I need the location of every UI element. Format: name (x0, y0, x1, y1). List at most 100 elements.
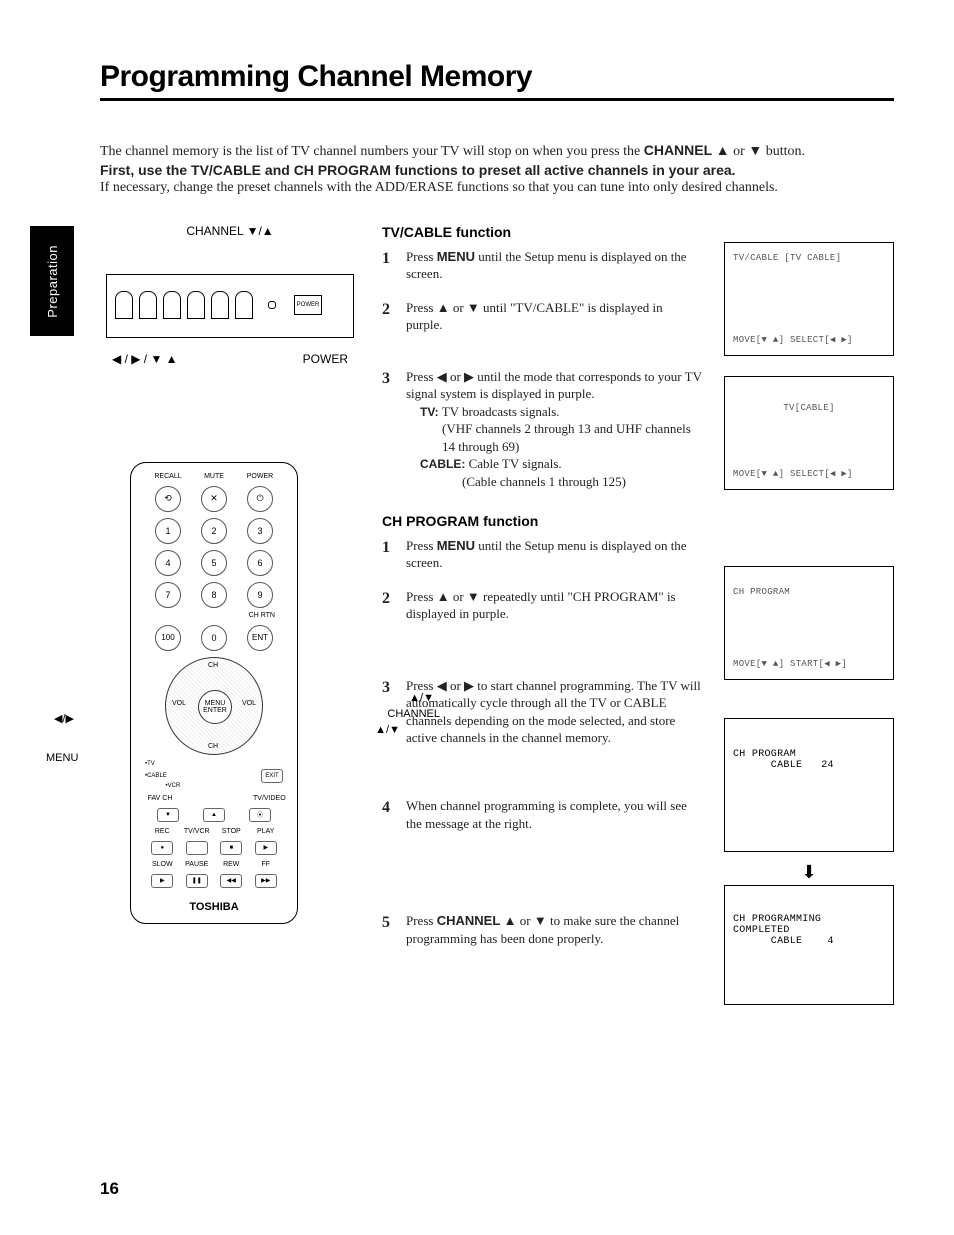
stop-icon: ■ (220, 841, 242, 855)
digit-4: 4 (155, 550, 181, 576)
step-bold: ▼ (534, 913, 547, 928)
intro-line1c: or (733, 144, 748, 159)
dpad-left-label: VOL (172, 700, 186, 707)
chprogram-step-5: Press CHANNEL ▲ or ▼ to make sure the ch… (382, 912, 702, 947)
step-text: Press ◀ or ▶ until the mode that corresp… (406, 369, 702, 402)
power-button-icon: ⏻ (247, 486, 273, 512)
rew-label: REW (216, 861, 246, 868)
digit-100: 100 (155, 625, 181, 651)
chprogram-step-1: Press MENU until the Setup menu is displ… (382, 537, 702, 572)
digit-9: 9 (247, 582, 273, 608)
digit-5: 5 (201, 550, 227, 576)
osd1-bot: MOVE[▼ ▲] SELECT[◀ ▶] (733, 335, 885, 345)
sub-tv-label: TV: (420, 405, 439, 419)
osd2-bot: MOVE[▼ ▲] SELECT[◀ ▶] (733, 469, 885, 479)
dpad-ring: CH CH VOL VOL MENU ENTER (165, 657, 263, 755)
sub-cable-paren: (Cable channels 1 through 125) (420, 473, 626, 491)
remote-recall-label: RECALL (153, 473, 183, 480)
digit-8: 8 (201, 582, 227, 608)
osd4-top: CH PROGRAM CABLE 24 (733, 749, 885, 771)
intro-paragraph: The channel memory is the list of TV cha… (100, 141, 894, 198)
tvvcr-label: TV/VCR (182, 828, 212, 835)
chprogram-steps: Press MENU until the Setup menu is displ… (382, 537, 702, 948)
step-text: Press ▲ or ▼ repeatedly until "CH PROGRA… (406, 589, 676, 622)
page-title: Programming Channel Memory (100, 60, 894, 94)
tvcable-heading: TV/CABLE function (382, 224, 702, 240)
tv-led-icon (268, 301, 276, 309)
dpad-right-label: VOL (242, 700, 256, 707)
pause-label: PAUSE (182, 861, 212, 868)
rec-label: REC (147, 828, 177, 835)
callout-leftright: ◀/▶ (54, 712, 74, 725)
callout-menu: MENU (46, 752, 78, 764)
favch-label: FAV CH (145, 795, 175, 802)
intro-line3: If necessary, change the preset channels… (100, 179, 894, 197)
intro-line2: First, use the TV/CABLE and CH PROGRAM f… (100, 161, 894, 179)
dpad-down-label: CH (208, 743, 218, 750)
digit-1: 1 (155, 518, 181, 544)
remote-chrtn-label: CH RTN (249, 612, 275, 619)
step-text: Press ◀ or ▶ to start channel programmin… (406, 678, 701, 746)
intro-line1a: The channel memory is the list of TV cha… (100, 144, 644, 159)
page-number: 16 (100, 1179, 119, 1199)
mute-button-icon: ✕ (201, 486, 227, 512)
step-bold: MENU (437, 249, 475, 264)
rec-icon: ● (151, 841, 173, 855)
tvcable-step-1: Press MENU until the Setup menu is displ… (382, 248, 702, 283)
sub-tv-paren: (VHF channels 2 through 13 and UHF chann… (420, 420, 702, 455)
tv-panel-diagram: POWER ◀ / ▶ / ▼ ▲ POWER (100, 242, 360, 372)
step-bold: CHANNEL ▲ (437, 913, 517, 928)
play-icon: ▶ (255, 841, 277, 855)
osd-box-4: CH PROGRAM CABLE 24 (724, 718, 894, 852)
tvvideo-button: ⦿ (249, 808, 271, 822)
chprogram-heading: CH PROGRAM function (382, 513, 702, 529)
tv-button-icon (163, 291, 181, 319)
digit-6: 6 (247, 550, 273, 576)
tvvideo-label: TV/VIDEO (253, 795, 283, 802)
play-label: PLAY (251, 828, 281, 835)
tv-arrows-label: ◀ / ▶ / ▼ ▲ (112, 352, 178, 366)
intro-down-bold: ▼ (748, 142, 762, 158)
tv-power-label: POWER (303, 352, 348, 366)
intro-line1e: button. (766, 144, 805, 159)
slow-label: SLOW (147, 861, 177, 868)
intro-channel-bold: CHANNEL ▲ (644, 142, 730, 158)
src-cable: •CABLE (145, 773, 167, 779)
tv-power-box: POWER (294, 295, 322, 315)
title-underline (100, 98, 894, 101)
rew-icon: ◀◀ (220, 874, 242, 888)
tv-button-icon (211, 291, 229, 319)
side-tab-preparation: Preparation (30, 226, 74, 336)
osd2-top: TV[CABLE] (733, 403, 885, 413)
tvvcr-icon (186, 841, 208, 855)
sub-cable-label: CABLE: (420, 457, 465, 471)
sub-tv-desc: TV broadcasts signals. (442, 404, 560, 419)
osd3-top: CH PROGRAM (733, 587, 885, 597)
step-text: Press (406, 913, 437, 928)
chprogram-step-3: Press ◀ or ▶ to start channel programmin… (382, 677, 702, 747)
osd5-top: CH PROGRAMMING COMPLETED CABLE 4 (733, 914, 885, 947)
recall-button-icon: ⟲ (155, 486, 181, 512)
sub-cable-desc: Cable TV signals. (469, 456, 562, 471)
down-arrow-icon: ⬇ (724, 862, 894, 883)
side-tab-label: Preparation (45, 245, 60, 318)
step-text: Press (406, 538, 437, 553)
osd3-bot: MOVE[▼ ▲] START[◀ ▶] (733, 659, 885, 669)
step-text: Press (406, 249, 437, 264)
dpad-center-label: MENU ENTER (198, 690, 232, 724)
remote-diagram: RECALL MUTE POWER ⟲ ✕ ⏻ 1 2 3 (130, 462, 298, 924)
fav-up-icon: ▲ (203, 808, 225, 822)
ent-button: ENT (247, 625, 273, 651)
tvcable-step-2: Press ▲ or ▼ until "TV/CABLE" is display… (382, 299, 702, 334)
slow-icon: ▶ (151, 874, 173, 888)
src-vcr: •VCR (166, 783, 181, 789)
exit-button: EXIT (261, 769, 283, 783)
ff-icon: ▶▶ (255, 874, 277, 888)
osd-box-3: CH PROGRAM MOVE[▼ ▲] START[◀ ▶] (724, 566, 894, 680)
fav-down-icon: ▼ (157, 808, 179, 822)
tvcable-steps: Press MENU until the Setup menu is displ… (382, 248, 702, 491)
osd1-top: TV/CABLE [TV CABLE] (733, 253, 885, 263)
remote-brand: TOSHIBA (131, 901, 297, 913)
tv-button-icon (115, 291, 133, 319)
chprogram-step-4: When channel programming is complete, yo… (382, 797, 702, 832)
